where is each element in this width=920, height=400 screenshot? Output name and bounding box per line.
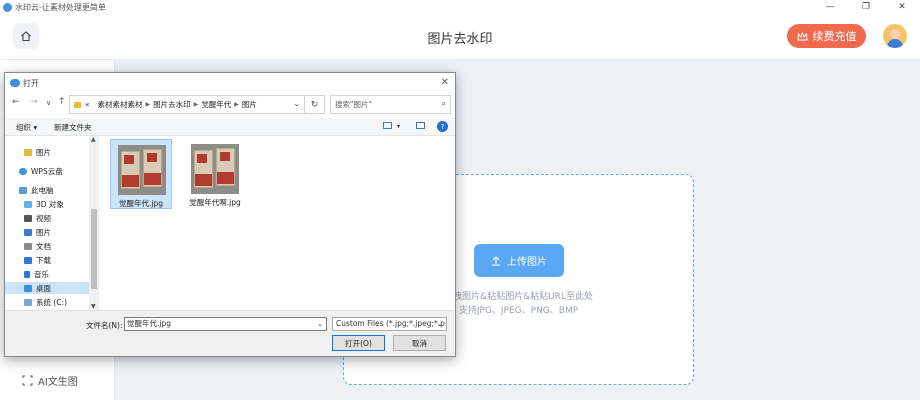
chevron-down-icon[interactable]: ⌄ xyxy=(317,318,323,330)
refresh-icon[interactable]: ↻ xyxy=(305,95,325,114)
tree-scrollbar[interactable]: ▲ ▼ xyxy=(89,136,99,310)
open-button[interactable]: 打开(O) xyxy=(332,335,385,351)
organize-button[interactable]: 组织 ▾ xyxy=(16,122,37,133)
dialog-titlebar: 打开 ✕ xyxy=(5,73,455,93)
upload-image-button[interactable]: 上传图片 xyxy=(474,244,564,277)
avatar[interactable] xyxy=(883,24,907,48)
dialog-footer: 文件名(N): 觉醒年代.jpg ⌄ Custom Files (*.jpg;*… xyxy=(5,310,455,356)
file-thumbnail xyxy=(191,144,239,194)
view-chevron-icon[interactable]: ▾ xyxy=(397,123,400,130)
picture-icon xyxy=(24,228,32,236)
home-icon xyxy=(21,31,31,42)
breadcrumb-item[interactable]: 觉醒年代 xyxy=(201,99,231,110)
breadcrumb-item[interactable]: 图片 xyxy=(242,99,257,110)
cancel-button[interactable]: 取消 xyxy=(393,335,446,351)
file-item[interactable]: 觉醒年代.jpg xyxy=(110,139,172,209)
file-item[interactable]: 觉醒年代啊.jpg xyxy=(179,139,251,209)
tree-item-videos[interactable]: 视频 xyxy=(24,212,51,224)
scroll-up-icon[interactable]: ▲ xyxy=(91,136,96,143)
app-logo-icon xyxy=(3,2,12,12)
view-options-icon[interactable] xyxy=(383,122,392,129)
maximize-button[interactable]: ❐ xyxy=(848,0,884,14)
upload-icon xyxy=(492,255,500,266)
filename-input[interactable]: 觉醒年代.jpg ⌄ xyxy=(124,317,327,331)
tree-item-downloads[interactable]: 下载 xyxy=(24,254,51,266)
cube-icon xyxy=(24,200,32,208)
computer-icon xyxy=(19,186,27,194)
dialog-command-bar: 组织 ▾ 新建文件夹 ▾ ? xyxy=(5,118,455,136)
filename-label: 文件名(N): xyxy=(86,321,123,330)
desktop-icon xyxy=(24,284,32,292)
tree-item-pictures[interactable]: 图片 xyxy=(24,146,51,158)
folder-icon xyxy=(24,148,32,156)
page-title: 图片去水印 xyxy=(427,32,493,47)
file-list: 觉醒年代.jpg 觉醒年代啊.jpg xyxy=(101,136,455,310)
forward-arrow-icon[interactable]: → xyxy=(30,97,38,107)
drive-icon xyxy=(24,298,32,306)
up-arrow-icon[interactable]: ↑ xyxy=(58,97,66,107)
download-icon xyxy=(24,256,32,264)
dialog-app-icon xyxy=(10,79,20,87)
cloud-icon xyxy=(19,167,27,175)
sidebar-item-ai-text-to-image[interactable]: AI文生图 xyxy=(22,373,78,388)
minimize-button[interactable]: — xyxy=(812,0,848,14)
search-icon: ⌕ xyxy=(441,99,446,108)
tree-item-3d-objects[interactable]: 3D 对象 xyxy=(24,198,64,210)
folder-icon xyxy=(74,101,81,108)
recent-chevron-icon[interactable]: ∨ xyxy=(46,99,51,107)
scrollbar-thumb[interactable] xyxy=(91,209,97,289)
close-window-button[interactable]: ✕ xyxy=(884,0,920,14)
ai-image-icon xyxy=(22,375,33,386)
crown-icon xyxy=(796,31,808,40)
upload-button-label: 上传图片 xyxy=(507,257,547,268)
dialog-title: 打开 xyxy=(23,78,39,88)
file-type-select[interactable]: Custom Files (*.jpg;*.jpeg;*.p ⌄ xyxy=(332,317,447,331)
video-icon xyxy=(24,214,32,222)
tree-item-system-c[interactable]: 系统 (C:) xyxy=(24,296,67,308)
document-icon xyxy=(24,242,32,250)
tree-item-wps-cloud[interactable]: WPS云盘 xyxy=(19,165,63,177)
breadcrumb-item[interactable]: 图片去水印 xyxy=(153,99,191,110)
tree-item-pictures-lib[interactable]: 图片 xyxy=(24,226,51,238)
open-file-dialog: 打开 ✕ ← → ∨ ↑ « 素材素材素材 ▶ 图片去水印 ▶ 觉醒年代 ▶ 图… xyxy=(4,72,456,357)
tree-item-documents[interactable]: 文档 xyxy=(24,240,51,252)
window-controls: — ❐ ✕ xyxy=(812,0,920,14)
chevron-down-icon[interactable]: ⌄ xyxy=(293,99,300,108)
dialog-close-icon[interactable]: ✕ xyxy=(441,77,449,88)
music-icon xyxy=(24,270,30,278)
recharge-button[interactable]: 续费充值 xyxy=(787,24,866,48)
preview-pane-icon[interactable] xyxy=(416,122,425,129)
app-window-title: 水印云-让素材处理更简单 xyxy=(15,2,106,12)
chevron-down-icon[interactable]: ⌄ xyxy=(437,318,443,330)
navigation-tree: 图片 WPS云盘 此电脑 3D 对象 视频 图片 文档 下载 音乐 桌面 系统 … xyxy=(5,136,99,310)
new-folder-button[interactable]: 新建文件夹 xyxy=(54,122,92,133)
tree-item-music[interactable]: 音乐 xyxy=(24,268,49,280)
app-header: 图片去水印 续费充值 xyxy=(0,14,920,60)
file-name: 觉醒年代啊.jpg xyxy=(189,198,241,207)
scroll-down-icon[interactable]: ▼ xyxy=(91,303,96,310)
tree-item-desktop[interactable]: 桌面 xyxy=(5,282,89,294)
file-thumbnail xyxy=(118,145,166,195)
app-titlebar: 水印云-让素材处理更简单 — ❐ ✕ xyxy=(0,0,920,14)
file-name: 觉醒年代.jpg xyxy=(119,199,163,208)
breadcrumb-item[interactable]: 素材素材素材 xyxy=(98,99,143,110)
home-button[interactable] xyxy=(13,23,39,49)
dialog-navbar: ← → ∨ ↑ « 素材素材素材 ▶ 图片去水印 ▶ 觉醒年代 ▶ 图片 ⌄ ↻… xyxy=(5,95,455,115)
search-input[interactable]: 搜索"图片" ⌕ xyxy=(330,95,451,114)
address-bar[interactable]: « 素材素材素材 ▶ 图片去水印 ▶ 觉醒年代 ▶ 图片 ⌄ xyxy=(69,95,305,114)
back-arrow-icon[interactable]: ← xyxy=(12,97,20,107)
sidebar-item-label: AI文生图 xyxy=(38,377,78,388)
breadcrumb-overflow[interactable]: « xyxy=(85,100,90,109)
help-icon[interactable]: ? xyxy=(437,121,448,132)
recharge-label: 续费充值 xyxy=(812,30,857,43)
tree-item-this-pc[interactable]: 此电脑 xyxy=(19,184,54,196)
